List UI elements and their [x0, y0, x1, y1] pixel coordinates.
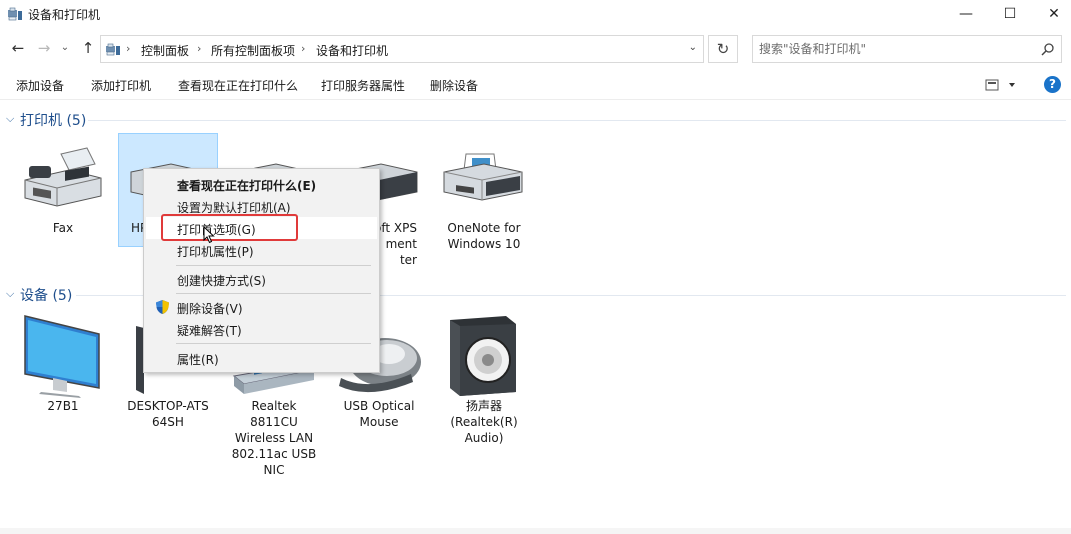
menu-item-label: 创建快捷方式(S): [177, 274, 266, 288]
minimize-button[interactable]: —: [943, 0, 989, 28]
breadcrumb-devices-printers[interactable]: 设备和打印机: [316, 42, 388, 59]
title-bar: 设备和打印机 — ☐ ✕: [0, 0, 1071, 28]
fax-icon: [24, 147, 102, 207]
menu-item-properties[interactable]: 属性(R): [146, 347, 377, 369]
breadcrumb-control-panel[interactable]: 控制面板: [141, 42, 189, 59]
navigation-bar: ← → ⌄ ↑ › 控制面板 › 所有控制面板项 › 设备和打印机 ⌄ ↻: [0, 32, 1071, 64]
remove-device-button[interactable]: 删除设备: [430, 77, 478, 94]
item-label: Realtek 8811CU Wireless LAN 802.11ac USB…: [231, 399, 317, 477]
speaker-icon: [450, 316, 516, 396]
breadcrumb-separator-icon[interactable]: ›: [197, 42, 201, 55]
shield-icon: [156, 300, 169, 314]
location-icon: [106, 43, 120, 56]
collapse-chevron-icon[interactable]: ⌵: [6, 287, 14, 301]
mouse-cursor-icon: [203, 226, 215, 244]
menu-separator: [176, 293, 371, 294]
menu-item-remove-device[interactable]: 删除设备(V): [146, 296, 377, 318]
item-label: Fax: [52, 221, 74, 235]
see-whats-printing-button[interactable]: 查看现在正在打印什么: [178, 77, 298, 94]
command-bar: 添加设备 添加打印机 查看现在正在打印什么 打印服务器属性 删除设备 ?: [0, 70, 1071, 100]
forward-arrow-icon[interactable]: →: [34, 38, 54, 58]
menu-item-troubleshoot[interactable]: 疑难解答(T): [146, 318, 377, 340]
menu-item-label: 删除设备(V): [177, 302, 243, 316]
change-view-icon[interactable]: [984, 76, 1020, 94]
up-arrow-icon[interactable]: ↑: [78, 38, 98, 58]
address-bar[interactable]: › 控制面板 › 所有控制面板项 › 设备和打印机 ⌄: [100, 35, 704, 63]
breadcrumb-separator-icon[interactable]: ›: [126, 42, 130, 55]
menu-separator: [176, 343, 371, 344]
add-printer-button[interactable]: 添加打印机: [91, 77, 151, 94]
back-arrow-icon[interactable]: ←: [8, 38, 28, 58]
search-box[interactable]: [752, 35, 1062, 63]
print-server-properties-button[interactable]: 打印服务器属性: [321, 77, 405, 94]
menu-item-label: 查看现在正在打印什么(E): [177, 179, 317, 193]
maximize-button[interactable]: ☐: [987, 0, 1033, 28]
menu-item-printer-properties[interactable]: 打印机属性(P): [146, 239, 377, 261]
menu-item-label: 属性(R): [177, 353, 219, 367]
recent-locations-chevron-icon[interactable]: ⌄: [58, 38, 72, 58]
menu-item-see-whats-printing[interactable]: 查看现在正在打印什么(E): [146, 173, 377, 195]
monitor-icon: [24, 315, 100, 398]
context-menu: 查看现在正在打印什么(E) 设置为默认打印机(A) 打印首选项(G) 打印机属性…: [143, 168, 380, 373]
refresh-icon[interactable]: ↻: [708, 35, 738, 63]
devices-group-title: 设备 (5): [20, 288, 73, 304]
search-icon[interactable]: [1041, 42, 1055, 56]
annotation-highlight-box: [161, 214, 298, 241]
help-icon[interactable]: ?: [1044, 76, 1061, 93]
item-label: USB Optical Mouse: [343, 399, 415, 429]
printer-onenote[interactable]: OneNote for Windows 10: [434, 134, 534, 252]
status-area: [0, 528, 1071, 534]
breadcrumb-all-items[interactable]: 所有控制面板项: [211, 42, 295, 59]
item-label: 扬声器 (Realtek(R) Audio): [450, 399, 518, 445]
device-monitor[interactable]: 27B1: [13, 312, 113, 414]
search-input[interactable]: [759, 41, 1029, 57]
close-button[interactable]: ✕: [1031, 0, 1071, 28]
item-label: 27B1: [47, 399, 79, 413]
window-title: 设备和打印机: [28, 8, 101, 22]
menu-separator: [176, 265, 371, 266]
address-dropdown-icon[interactable]: ⌄: [689, 42, 697, 53]
menu-item-label: 疑难解答(T): [177, 324, 242, 338]
group-divider: [88, 120, 1066, 121]
add-device-button[interactable]: 添加设备: [16, 77, 64, 94]
collapse-chevron-icon[interactable]: ⌵: [6, 112, 14, 126]
menu-item-create-shortcut[interactable]: 创建快捷方式(S): [146, 268, 377, 290]
printer-icon: [443, 153, 523, 201]
devices-printers-icon: [8, 7, 22, 21]
printers-group-header[interactable]: ⌵ 打印机 (5): [6, 110, 1066, 130]
menu-item-label: 打印机属性(P): [177, 245, 254, 259]
device-speaker[interactable]: 扬声器 (Realtek(R) Audio): [434, 312, 534, 446]
breadcrumb-separator-icon[interactable]: ›: [301, 42, 305, 55]
item-label: DESKTOP-ATS64SH: [127, 399, 209, 429]
item-label: OneNote for Windows 10: [447, 221, 521, 251]
printers-group-title: 打印机 (5): [20, 113, 87, 129]
printer-fax[interactable]: Fax: [13, 134, 113, 236]
